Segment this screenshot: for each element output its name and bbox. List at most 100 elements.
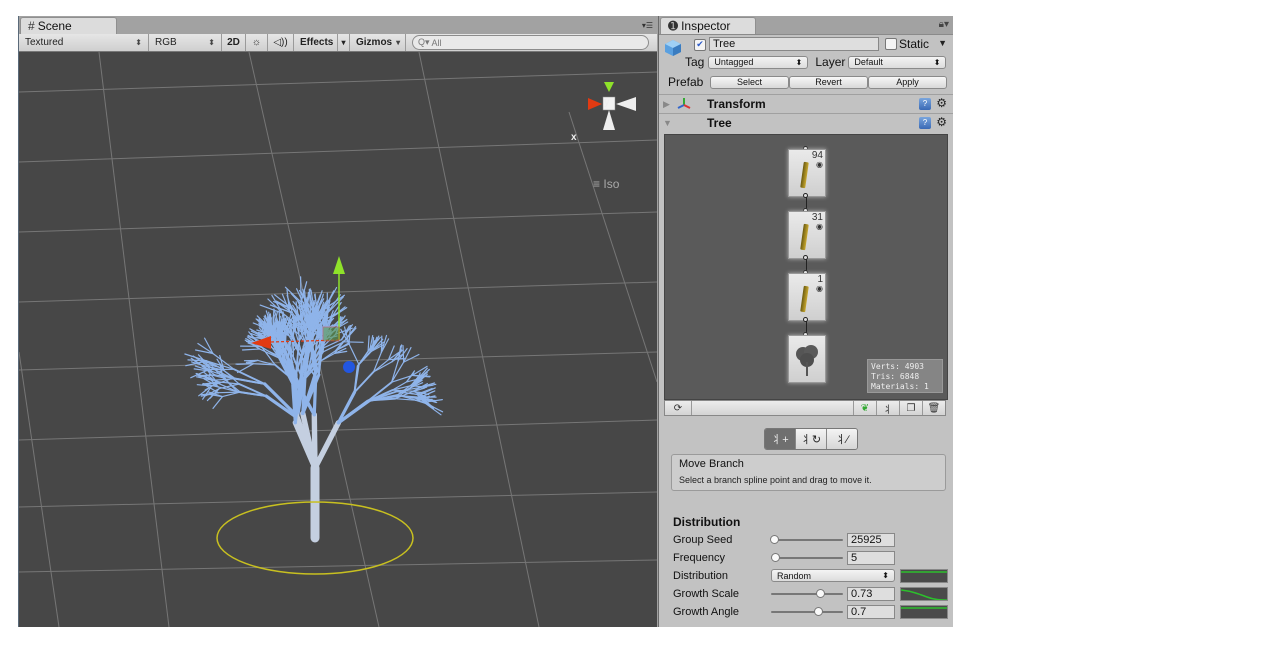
dropdown-arrows-icon: ⬍ xyxy=(135,38,142,47)
search-placeholder: All xyxy=(431,37,442,48)
add-branch-group-button[interactable]: ⺦ xyxy=(876,401,899,416)
slider-thumb[interactable] xyxy=(771,553,781,562)
prefab-label: Prefab xyxy=(668,75,704,89)
growth-angle-input[interactable]: 0.7 xyxy=(847,605,895,619)
tree-node-branch-group[interactable]: 94 ◉ xyxy=(788,149,826,197)
growth-angle-curve[interactable] xyxy=(900,605,948,619)
group-seed-input[interactable]: 25925 xyxy=(847,533,895,547)
dropdown-arrows-icon: ⬍ xyxy=(882,571,889,580)
lighting-toggle[interactable]: ☼ xyxy=(246,34,268,51)
orientation-gizmo[interactable] xyxy=(588,82,636,130)
add-leaf-group-button[interactable]: ❦ xyxy=(853,401,876,415)
growth-scale-input[interactable]: 0.73 xyxy=(847,587,895,601)
slider-thumb[interactable] xyxy=(815,589,825,598)
transform-axes-icon xyxy=(677,97,691,112)
active-checkbox[interactable]: ✔ xyxy=(694,38,706,51)
rotate-branch-icon: ⺦↻ xyxy=(800,434,822,446)
static-dropdown-icon[interactable]: ▼ xyxy=(938,38,947,48)
tree-branch xyxy=(236,363,254,365)
lock-icon[interactable]: 🔒︎▾ xyxy=(939,19,949,30)
freehand-mode-button[interactable]: ⺦∕ xyxy=(827,429,857,449)
slider-thumb[interactable] xyxy=(770,535,779,544)
unity-editor-window: # Scene ▾☰ Textured ⬍ RGB ⬍ 2D ☼ ◁)) Eff… xyxy=(18,16,953,627)
component-header-transform[interactable]: ▶ Transform ? ⚙ xyxy=(659,94,953,113)
gizmo-y-arrow[interactable] xyxy=(333,256,345,274)
growth-scale-slider[interactable] xyxy=(771,589,843,598)
static-toggle[interactable]: Static xyxy=(885,37,929,51)
tree-node-branch-group[interactable]: 1 ◉ xyxy=(788,273,826,321)
scene-tab[interactable]: # Scene xyxy=(20,17,117,34)
branch-icon xyxy=(800,285,809,313)
tree-view-toolbar: ⟳ ❦ ⺦ ❐ 🗑︎ xyxy=(664,400,946,416)
tag-layer-row: Tag Untagged ⬍ Layer Default ⬍ xyxy=(659,55,953,69)
rotate-branch-mode-button[interactable]: ⺦↻ xyxy=(796,429,827,449)
visibility-eye-icon[interactable]: ◉ xyxy=(816,284,823,293)
grid-line xyxy=(19,491,657,508)
prefab-select-button[interactable]: Select xyxy=(710,75,789,89)
orient-y-cone[interactable] xyxy=(604,82,614,92)
inspector-tab-bar: ➊ Inspector 🔒︎▾ xyxy=(659,16,953,35)
inspector-tab[interactable]: ➊ Inspector xyxy=(660,17,756,34)
growth-scale-curve[interactable] xyxy=(900,587,948,601)
tag-dropdown[interactable]: Untagged ⬍ xyxy=(708,55,809,69)
group-seed-slider[interactable] xyxy=(770,535,843,544)
distribution-dropdown[interactable]: Random ⬍ xyxy=(771,569,895,582)
duplicate-icon: ❐ xyxy=(906,402,916,414)
help-book-icon[interactable]: ? xyxy=(919,117,931,129)
frequency-input[interactable]: 5 xyxy=(847,551,895,565)
frequency-slider[interactable] xyxy=(771,553,843,562)
scene-render xyxy=(19,52,657,627)
visibility-eye-icon[interactable]: ◉ xyxy=(816,160,823,169)
gear-icon[interactable]: ⚙ xyxy=(936,115,947,129)
toggle-2d-button[interactable]: 2D xyxy=(222,34,246,51)
delete-button[interactable]: 🗑︎ xyxy=(922,401,945,415)
grid-line xyxy=(19,139,657,163)
prop-distribution: Distribution Random ⬍ xyxy=(673,568,948,584)
tree-branch xyxy=(217,391,241,394)
projection-toggle[interactable]: ≡ Iso xyxy=(593,177,619,191)
help-book-icon[interactable]: ? xyxy=(919,98,931,110)
orient-x-cone[interactable] xyxy=(588,98,602,110)
audio-toggle[interactable]: ◁)) xyxy=(268,34,294,51)
component-header-tree[interactable]: ▼ Tree ? ⚙ xyxy=(659,113,953,132)
static-checkbox[interactable] xyxy=(885,38,897,50)
scene-search-input[interactable]: Q▾ All xyxy=(412,35,649,50)
refresh-button[interactable]: ⟳ xyxy=(665,401,692,415)
collapse-triangle-icon[interactable]: ▼ xyxy=(663,118,675,128)
color-mode-dropdown[interactable]: RGB ⬍ xyxy=(149,34,222,51)
gizmo-z-handle[interactable] xyxy=(343,361,355,373)
tree-node-branch-group[interactable]: 31 ◉ xyxy=(788,211,826,259)
gear-icon[interactable]: ⚙ xyxy=(936,96,947,110)
slider-thumb[interactable] xyxy=(814,607,824,616)
tree-branch xyxy=(372,361,393,373)
panel-menu-icon[interactable]: ▾☰ xyxy=(642,21,653,30)
effects-dropdown-arrow[interactable]: ▾ xyxy=(338,34,350,51)
orient-neg-y-cone[interactable] xyxy=(603,110,615,130)
object-name-field[interactable]: Tree xyxy=(709,37,879,51)
gizmos-label: Gizmos xyxy=(356,37,393,48)
grid-line xyxy=(19,71,657,93)
tree-hierarchy-view[interactable]: 94 ◉ 31 ◉ 1 ◉ Verts: 4903 Tris: 6848 Mat… xyxy=(664,134,948,400)
distribution-curve[interactable] xyxy=(900,569,948,583)
prefab-revert-button[interactable]: Revert xyxy=(789,75,868,89)
tree-mesh[interactable] xyxy=(184,276,444,543)
grid-line xyxy=(418,52,540,627)
help-description: Select a branch spline point and drag to… xyxy=(679,475,872,485)
move-branch-mode-button[interactable]: ⺦+ xyxy=(765,429,796,449)
gizmos-dropdown[interactable]: Gizmos ▾ xyxy=(350,34,406,51)
scene-viewport[interactable]: y x ≡ Iso xyxy=(19,52,657,627)
layer-dropdown[interactable]: Default ⬍ xyxy=(848,55,947,69)
effects-button[interactable]: Effects xyxy=(294,34,338,51)
growth-angle-slider[interactable] xyxy=(771,607,843,616)
render-mode-dropdown[interactable]: Textured ⬍ xyxy=(19,34,149,51)
tree-node-root[interactable] xyxy=(788,335,826,383)
visibility-eye-icon[interactable]: ◉ xyxy=(816,222,823,231)
prefab-apply-button[interactable]: Apply xyxy=(868,75,947,89)
scene-tab-label: Scene xyxy=(37,19,72,33)
duplicate-button[interactable]: ❐ xyxy=(899,401,922,415)
expand-triangle-icon[interactable]: ▶ xyxy=(663,99,675,110)
grid-line xyxy=(19,559,657,573)
gizmo-plane-handle[interactable] xyxy=(322,326,340,342)
section-title-distribution: Distribution xyxy=(673,515,741,529)
orient-neg-x-cone[interactable] xyxy=(616,97,636,111)
